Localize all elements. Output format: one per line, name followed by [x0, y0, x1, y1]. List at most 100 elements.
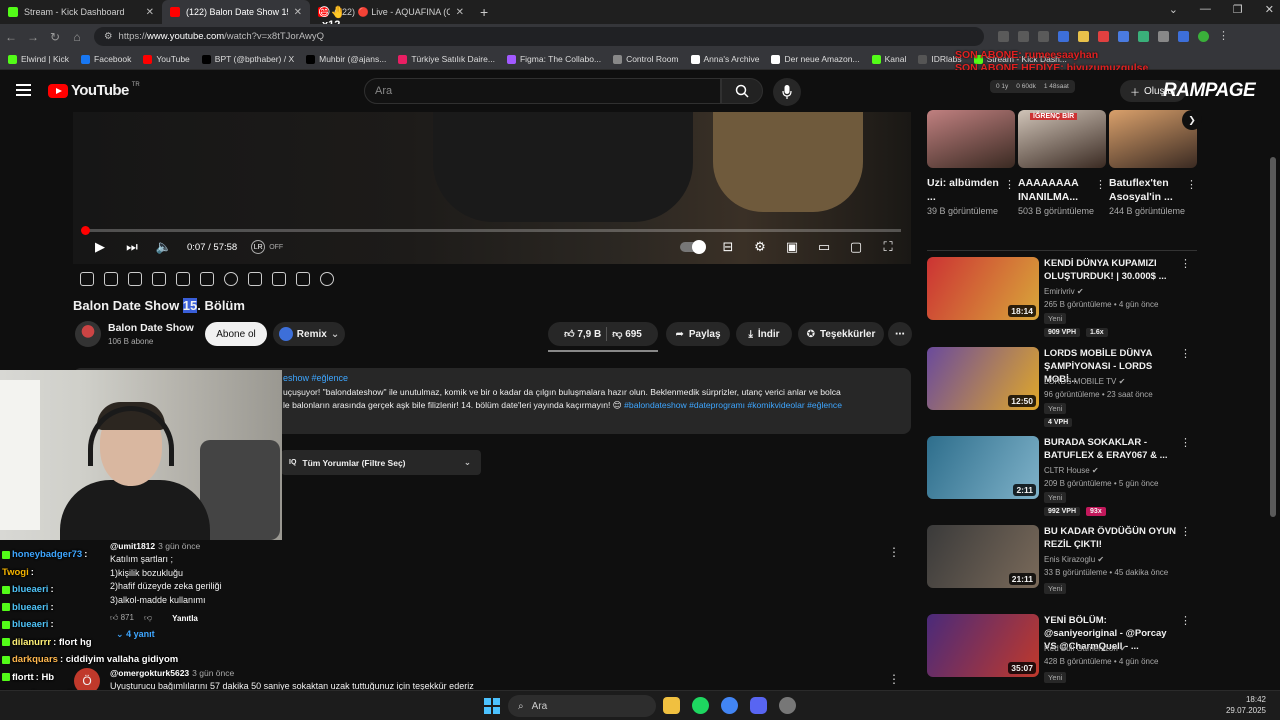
- video-thumbnail[interactable]: 21:11: [927, 525, 1039, 588]
- bookmark-item[interactable]: Anna's Archive: [690, 54, 759, 64]
- recommended-video[interactable]: 12:50 LORDS MOBİLE DÜNYA ŞAMPİYONASI - LO…: [927, 347, 1197, 427]
- bookmark-item[interactable]: Kanal: [871, 54, 906, 64]
- video-thumbnail[interactable]: 18:14: [927, 257, 1039, 320]
- maximize-icon[interactable]: ❐: [1233, 3, 1243, 16]
- play-icon[interactable]: ▶: [91, 239, 109, 254]
- theater-mode-icon[interactable]: ▭: [815, 239, 833, 254]
- view-replies-button[interactable]: ⌄ 4 yanıt: [116, 629, 910, 640]
- comment-time[interactable]: 3 gün önce: [158, 541, 200, 551]
- more-vertical-icon[interactable]: ⋮: [1180, 347, 1191, 360]
- browser-menu-icon[interactable]: ⋮: [1218, 31, 1229, 42]
- miniplayer-icon[interactable]: ▣: [783, 239, 801, 254]
- short-title[interactable]: AAAAAAAA INANILMA...: [1018, 176, 1090, 204]
- fullscreen-icon[interactable]: ⛶: [879, 239, 897, 254]
- back-icon[interactable]: ←: [0, 30, 22, 44]
- home-icon[interactable]: ⌂: [66, 30, 88, 44]
- site-info-icon[interactable]: ⚙: [104, 31, 113, 42]
- extension-icon[interactable]: [1158, 31, 1169, 42]
- speed-icon[interactable]: [224, 272, 238, 286]
- close-window-icon[interactable]: ✕: [1265, 3, 1274, 16]
- extension-icon[interactable]: [1018, 31, 1029, 42]
- extension-icon[interactable]: [998, 31, 1009, 42]
- audio-icon[interactable]: [104, 272, 118, 286]
- new-tab-icon[interactable]: +: [472, 4, 496, 20]
- video-thumbnail[interactable]: 12:50: [927, 347, 1039, 410]
- video-channel[interactable]: Red Bull Gamerszon ✔: [1044, 644, 1127, 653]
- obs-icon[interactable]: [779, 697, 796, 714]
- short-title[interactable]: Uzi: albümden ...: [927, 176, 999, 204]
- add-icon[interactable]: [248, 272, 262, 286]
- tab-search-icon[interactable]: ⌄: [1169, 3, 1178, 16]
- bookmark-item[interactable]: Control Room: [613, 54, 679, 64]
- comment-menu-icon[interactable]: ⋮: [888, 545, 900, 559]
- extension-icon[interactable]: [1058, 31, 1069, 42]
- minimize-icon[interactable]: —: [1200, 3, 1211, 16]
- tab-kick-dashboard[interactable]: Stream - Kick Dashboard ✕: [0, 0, 162, 24]
- file-explorer-icon[interactable]: [663, 697, 680, 714]
- spotify-icon[interactable]: [692, 697, 709, 714]
- windows-start-icon[interactable]: [484, 698, 500, 714]
- reload-icon[interactable]: ↻: [44, 30, 66, 44]
- autoplay-ext-icon[interactable]: LR: [251, 240, 266, 254]
- recommended-video[interactable]: 21:11 BU KADAR ÖVDÜĞÜN OYUN REZİL ÇIKTI! E…: [927, 525, 1197, 605]
- remix-button[interactable]: Remix ⌄: [273, 322, 345, 346]
- more-vertical-icon[interactable]: ⋮: [1180, 436, 1191, 449]
- volume-icon[interactable]: 🔈: [155, 239, 173, 254]
- bookmark-item[interactable]: Türkiye Satılık Daire...: [398, 54, 495, 64]
- crop-icon[interactable]: [176, 272, 190, 286]
- extension-icon[interactable]: [1178, 31, 1189, 42]
- bookmark-item[interactable]: Facebook: [81, 54, 131, 64]
- close-tab-icon[interactable]: ✕: [294, 7, 302, 18]
- forward-icon[interactable]: →: [22, 30, 44, 44]
- comment-dislike-button[interactable]: 👎︎: [144, 613, 152, 623]
- voice-search-button[interactable]: [773, 78, 801, 106]
- menu-icon[interactable]: [16, 84, 31, 96]
- video-channel[interactable]: LORDS MOBILE TV ✔: [1044, 377, 1125, 386]
- bookmark-item[interactable]: BPT (@bpthaber) / X: [201, 54, 294, 64]
- recommended-video[interactable]: 35:07 YENİ BÖLÜM: @saniyeoriginal - @Porc…: [927, 614, 1197, 694]
- more-vertical-icon[interactable]: ⋮: [1180, 614, 1191, 627]
- next-icon[interactable]: ⏭: [123, 239, 141, 254]
- taskbar-search[interactable]: ⌕ Ara: [508, 695, 656, 717]
- comment-like-button[interactable]: 👍︎ 871: [110, 613, 134, 623]
- bookmark-item[interactable]: Figma: The Collabo...: [506, 54, 601, 64]
- screenshot-icon[interactable]: [272, 272, 286, 286]
- video-title[interactable]: BURADA SOKAKLAR - BATUFLEX & ERAY067 & .…: [1044, 436, 1179, 462]
- extension-icon[interactable]: [1118, 31, 1129, 42]
- subtitles-icon[interactable]: ⊟: [719, 239, 737, 254]
- close-tab-icon[interactable]: ✕: [146, 7, 154, 18]
- seek-handle[interactable]: [80, 226, 90, 235]
- discord-icon[interactable]: [750, 697, 767, 714]
- more-vertical-icon[interactable]: ⋮: [1004, 178, 1015, 191]
- tab-balon-date-show[interactable]: (122) Balon Date Show 15. Bölüm ✕: [162, 0, 310, 24]
- cast-icon[interactable]: ▢: [847, 239, 865, 254]
- video-thumbnail[interactable]: 2:11: [927, 436, 1039, 499]
- autoplay-toggle[interactable]: [679, 240, 706, 254]
- video-channel[interactable]: CLTR House ✔: [1044, 466, 1099, 475]
- chevron-right-icon[interactable]: ❯: [1182, 110, 1202, 130]
- more-vertical-icon[interactable]: ⋮: [1180, 257, 1191, 270]
- recommended-video[interactable]: 2:11 BURADA SOKAKLAR - BATUFLEX & ERAY067…: [927, 436, 1197, 516]
- profile-avatar[interactable]: [1198, 31, 1209, 42]
- short-title[interactable]: Batuflex'ten Asosyal'in ...: [1109, 176, 1181, 204]
- short-item[interactable]: İĞRENÇ BİR AAAAAAAA INANILMA... 503 B görü…: [1018, 110, 1106, 218]
- keyboard-icon[interactable]: [296, 272, 310, 286]
- like-button[interactable]: 👍︎ 7,9 B: [564, 328, 601, 340]
- comment-time[interactable]: 3 gün önce: [192, 668, 234, 678]
- extension-icon[interactable]: [1138, 31, 1149, 42]
- youtube-logo[interactable]: YouTube TR: [48, 82, 140, 99]
- page-scrollbar[interactable]: [1270, 157, 1276, 517]
- comment-author[interactable]: @omergokturk5623: [110, 668, 189, 678]
- bookmark-item[interactable]: Muhbir (@ajans...: [306, 54, 386, 64]
- popout-icon[interactable]: [200, 272, 214, 286]
- video-title[interactable]: BU KADAR ÖVDÜĞÜN OYUN REZİL ÇIKTI!: [1044, 525, 1179, 551]
- extension-icon[interactable]: [1038, 31, 1049, 42]
- video-player[interactable]: ▶ ⏭ 🔈 0:07 / 57:58 LR OFF ⊟ ⚙ ▣ ▭ ▢ ⛶: [73, 112, 911, 264]
- settings-icon[interactable]: ⚙: [751, 239, 769, 254]
- extension-icon[interactable]: [1098, 31, 1109, 42]
- video-title[interactable]: KENDİ DÜNYA KUPAMIZI OLUŞTURDUK! | 30.00…: [1044, 257, 1179, 283]
- search-button[interactable]: [721, 78, 763, 104]
- dislike-button[interactable]: 👎︎ 695: [612, 328, 642, 340]
- more-vertical-icon[interactable]: ⋮: [1186, 178, 1197, 191]
- download-button[interactable]: ⤓ İndir: [736, 322, 792, 346]
